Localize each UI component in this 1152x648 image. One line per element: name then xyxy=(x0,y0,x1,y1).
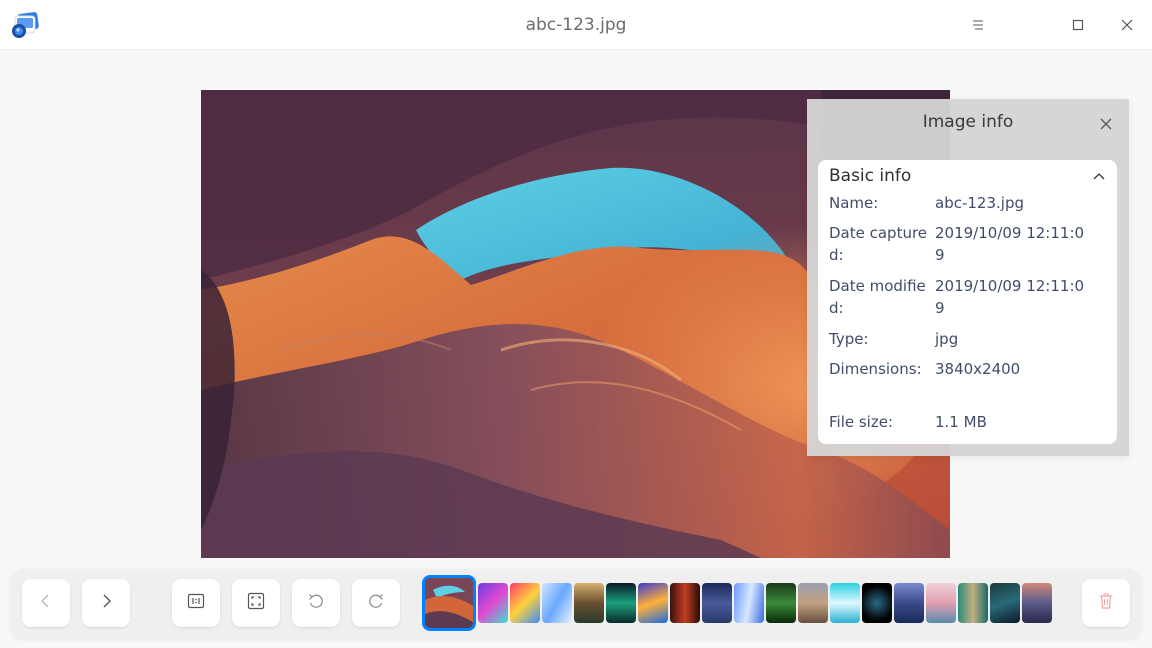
info-row-date-captured: Date captured: 2019/10/09 12:11:09 xyxy=(829,222,1109,266)
thumbnail[interactable] xyxy=(510,583,540,623)
info-value: 1.1 MB xyxy=(935,413,987,431)
thumbnail[interactable] xyxy=(478,583,508,623)
thumbnail[interactable] xyxy=(702,583,732,623)
thumbnail[interactable] xyxy=(798,583,828,623)
thumbnail[interactable] xyxy=(862,583,892,623)
thumbnail[interactable] xyxy=(638,583,668,623)
delete-button[interactable] xyxy=(1082,579,1130,627)
fit-window-icon xyxy=(246,591,266,615)
maximize-icon[interactable] xyxy=(1061,8,1095,42)
basic-info-card: Basic info Name: abc-123.jpg Date captur… xyxy=(818,160,1117,444)
thumbnail[interactable] xyxy=(958,583,988,623)
thumbnail[interactable] xyxy=(990,583,1020,623)
info-row-type: Type: jpg xyxy=(829,328,1109,350)
menu-icon[interactable] xyxy=(961,8,995,42)
close-icon[interactable] xyxy=(1097,115,1115,133)
info-key: Date captured: xyxy=(829,224,928,264)
rotate-right-icon xyxy=(366,591,386,615)
thumbnail[interactable] xyxy=(734,583,764,623)
section-title: Basic info xyxy=(829,166,912,186)
original-size-icon xyxy=(186,591,206,615)
info-row-date-modified: Date modified: 2019/10/09 12:11:09 xyxy=(829,275,1109,319)
info-value: 3840x2400 xyxy=(935,360,1021,378)
thumbnail[interactable] xyxy=(1022,583,1052,623)
next-button[interactable] xyxy=(82,579,130,627)
bottom-toolbar xyxy=(10,569,1142,639)
info-value: 2019/10/09 12:11:09 xyxy=(935,224,1085,264)
info-panel-title: Image info xyxy=(922,112,1014,132)
thumbnail[interactable] xyxy=(926,583,956,623)
thumbnail[interactable] xyxy=(766,583,796,623)
close-icon[interactable] xyxy=(1110,8,1144,42)
info-key: File size: xyxy=(829,413,894,431)
delete-icon xyxy=(1096,591,1116,615)
next-icon xyxy=(97,592,115,614)
info-key: Dimensions: xyxy=(829,360,922,378)
image-info-panel: Image info Basic info Name: abc-123.jpg … xyxy=(807,99,1129,456)
thumbnail[interactable] xyxy=(894,583,924,623)
fit-window-button[interactable] xyxy=(232,579,280,627)
thumbnail[interactable] xyxy=(542,583,572,623)
thumbnail[interactable] xyxy=(670,583,700,623)
original-size-button[interactable] xyxy=(172,579,220,627)
info-key: Type: xyxy=(829,330,869,348)
thumbnail-active[interactable] xyxy=(422,575,476,631)
previous-icon xyxy=(37,592,55,614)
info-key: Name: xyxy=(829,194,879,212)
info-row-name: Name: abc-123.jpg xyxy=(829,192,1109,214)
info-value: abc-123.jpg xyxy=(935,194,1024,212)
info-value: jpg xyxy=(935,330,959,348)
rotate-right-button[interactable] xyxy=(352,579,400,627)
thumbnail[interactable] xyxy=(830,583,860,623)
info-row-file-size: File size: 1.1 MB xyxy=(829,411,1109,433)
info-row-dimensions: Dimensions: 3840x2400 xyxy=(829,358,1109,380)
previous-button[interactable] xyxy=(22,579,70,627)
thumbnail[interactable] xyxy=(574,583,604,623)
info-value: 2019/10/09 12:11:09 xyxy=(935,277,1085,317)
rotate-left-button[interactable] xyxy=(292,579,340,627)
info-key: Date modified: xyxy=(829,277,926,317)
image-viewer-icon[interactable] xyxy=(10,11,40,41)
title-bar: abc-123.jpg xyxy=(0,0,1152,50)
rotate-left-icon xyxy=(306,591,326,615)
thumbnail[interactable] xyxy=(606,583,636,623)
chevron-up-icon[interactable] xyxy=(1091,169,1107,185)
